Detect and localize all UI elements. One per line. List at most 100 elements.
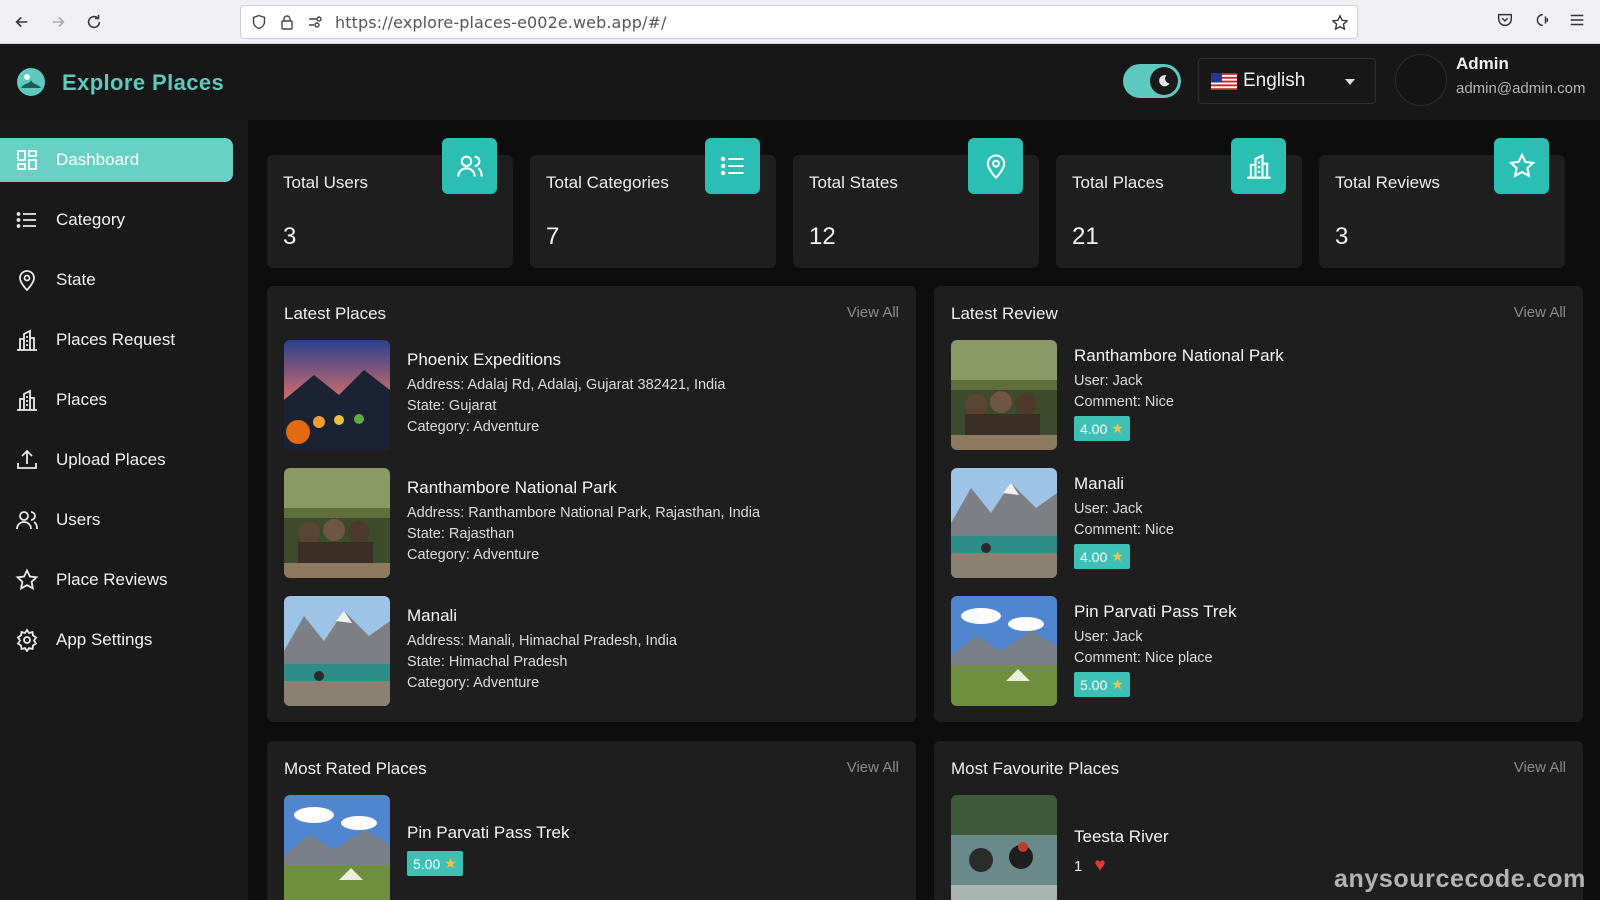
review-user: User: Jack [1074,629,1143,645]
chevron-down-icon [1345,79,1355,85]
list-item[interactable]: Ranthambore National Park Address: Ranth… [284,468,884,578]
favourite-count-value: 1 [1074,857,1083,875]
review-user: User: Jack [1074,501,1143,517]
place-thumbnail [284,468,390,578]
sidebar-item-place-reviews[interactable]: Place Reviews [0,558,233,602]
sidebar-item-category[interactable]: Category [0,198,233,242]
address-bar[interactable]: https://explore-places-e002e.web.app/#/ [240,5,1358,39]
sidebar: Dashboard Category State Places Request … [0,120,248,900]
star-icon: ★ [1111,548,1124,564]
user-name: Admin [1456,54,1509,73]
bookmark-star-icon[interactable] [1331,14,1349,32]
place-name: Teesta River [1074,827,1169,846]
view-all-link[interactable]: View All [847,759,899,776]
stat-label: Total States [809,173,898,192]
rating-badge: 5.00 ★ [407,851,463,876]
sidebar-item-label: State [56,270,96,289]
stat-card-users: Total Users 3 [267,138,513,268]
watermark: anysourcecode.com [1334,865,1586,893]
sidebar-item-label: Upload Places [56,450,166,469]
stat-value: 12 [809,223,836,250]
users-icon [442,138,497,194]
stat-label: Total Reviews [1335,173,1440,192]
app-logo [15,66,47,98]
sidebar-item-state[interactable]: State [0,258,233,302]
language-label: English [1243,70,1306,91]
stat-card-categories: Total Categories 7 [530,138,776,268]
sidebar-item-places-request[interactable]: Places Request [0,318,233,362]
most-rated-panel: Most Rated Places View All Pin Parvati P… [267,741,916,900]
reload-icon[interactable] [76,4,112,40]
view-all-link[interactable]: View All [1514,304,1566,321]
list-icon [16,212,36,228]
rating-badge: 4.00 ★ [1074,544,1130,569]
latest-places-panel: Latest Places View All Phoenix Expeditio… [267,286,916,722]
place-name: Phoenix Expeditions [407,350,562,369]
sidebar-item-users[interactable]: Users [0,498,233,542]
rating-value: 5.00 [1080,676,1108,693]
stat-value: 3 [283,223,297,250]
grid-icon [17,150,37,170]
rating-value: 5.00 [413,855,441,872]
star-icon: ★ [1111,676,1124,692]
view-all-link[interactable]: View All [1514,759,1566,776]
list-item[interactable]: Pin Parvati Pass Trek User: Jack Comment… [951,596,1551,706]
place-name: Pin Parvati Pass Trek [407,823,570,842]
language-select[interactable]: English [1198,58,1376,104]
permissions-icon[interactable] [307,14,323,30]
stat-value: 7 [546,223,560,250]
pocket-icon[interactable] [1496,11,1514,34]
list-item[interactable]: Pin Parvati Pass Trek 5.00 ★ [284,795,884,900]
panel-title: Most Rated Places [284,759,427,778]
back-icon[interactable] [4,4,40,40]
extension-icon[interactable] [1532,11,1550,34]
gear-icon [16,628,38,652]
rating-badge: 5.00 ★ [1074,672,1130,697]
sidebar-item-label: Users [56,510,101,529]
sidebar-item-dashboard[interactable]: Dashboard [0,138,233,182]
view-all-link[interactable]: View All [847,304,899,321]
theme-toggle[interactable] [1123,64,1181,98]
forward-icon[interactable] [40,4,76,40]
place-category: Category: Adventure [407,419,540,435]
location-pin-icon [968,138,1023,194]
users-icon [16,511,38,530]
place-thumbnail [284,596,390,706]
review-place-name: Manali [1074,474,1125,493]
sidebar-item-places[interactable]: Places [0,378,233,422]
review-comment: Comment: Nice [1074,522,1174,538]
review-user: User: Jack [1074,373,1143,389]
review-comment: Comment: Nice [1074,394,1174,410]
place-name: Ranthambore National Park [407,478,617,497]
moon-icon [1150,67,1178,95]
list-item[interactable]: Manali Address: Manali, Himachal Pradesh… [284,596,884,706]
list-item[interactable]: Ranthambore National Park User: Jack Com… [951,340,1551,450]
place-state: State: Gujarat [407,398,497,414]
list-item[interactable]: Phoenix Expeditions Address: Adalaj Rd, … [284,340,884,450]
list-icon [705,138,760,194]
stat-value: 21 [1072,223,1099,250]
menu-icon[interactable] [1568,11,1586,34]
sidebar-item-label: Places [56,390,108,409]
building-icon [17,329,37,351]
place-category: Category: Adventure [407,675,540,691]
app-title: Explore Places [62,70,225,95]
place-address: Address: Ranthambore National Park, Raja… [407,505,761,521]
place-thumbnail [951,795,1057,900]
sidebar-item-upload-places[interactable]: Upload Places [0,438,233,482]
building-icon [1231,138,1286,194]
place-state: State: Rajasthan [407,526,515,542]
shield-icon [251,14,267,30]
building-icon [17,389,37,411]
place-thumbnail [951,596,1057,706]
url-text: https://explore-places-e002e.web.app/#/ [335,12,667,32]
panel-title: Latest Review [951,304,1058,323]
sidebar-item-app-settings[interactable]: App Settings [0,618,233,662]
place-thumbnail [284,340,390,450]
avatar[interactable] [1395,54,1447,106]
stat-value: 3 [1335,223,1349,250]
stat-label: Total Places [1072,173,1164,192]
list-item[interactable]: Manali User: Jack Comment: Nice 4.00 ★ [951,468,1551,578]
sidebar-item-label: App Settings [56,630,153,649]
place-address: Address: Manali, Himachal Pradesh, India [407,633,677,649]
